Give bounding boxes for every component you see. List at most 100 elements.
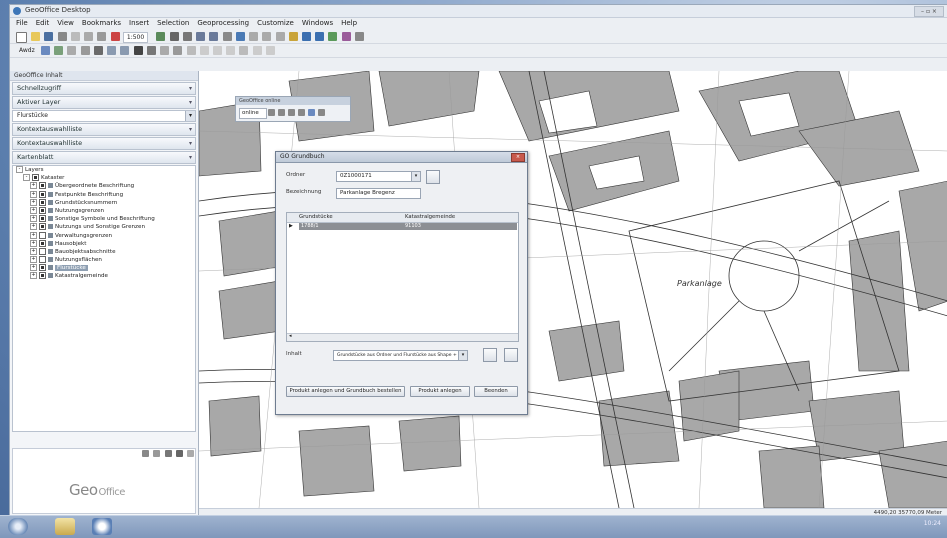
layer-visibility-checkbox[interactable]	[39, 182, 46, 190]
full-extent-icon[interactable]	[235, 32, 245, 41]
editor-icon[interactable]	[156, 32, 166, 41]
close-icon[interactable]: ×	[511, 153, 525, 162]
layer-tree-item[interactable]: - Kataster	[13, 174, 195, 182]
pan-icon[interactable]	[222, 32, 232, 41]
tool-icon[interactable]	[199, 46, 209, 55]
menu-insert[interactable]: Insert	[129, 18, 149, 29]
new-icon[interactable]	[16, 32, 27, 43]
tool-icon[interactable]	[133, 46, 143, 55]
layer-tree-item[interactable]: + Nutzungsgrenzen	[13, 206, 195, 215]
folder-browse-icon[interactable]	[426, 170, 440, 184]
zoom-in-icon[interactable]	[196, 32, 206, 41]
back-extent-icon[interactable]	[262, 32, 272, 41]
menu-bookmarks[interactable]: Bookmarks	[82, 18, 121, 29]
tool-icon[interactable]	[160, 46, 170, 55]
layer-tree-item[interactable]: + Hausobjekt	[13, 239, 195, 248]
arctoolbox-icon[interactable]	[341, 32, 351, 41]
expand-icon[interactable]: +	[30, 239, 37, 247]
list-by-drawing-icon[interactable]	[142, 450, 150, 457]
tool-icon[interactable]	[107, 46, 117, 55]
section-context-list[interactable]: Kontextauswahlliste ▾	[12, 123, 196, 136]
folder-select[interactable]: 0Z1000171 ▾	[336, 171, 421, 182]
delete-icon[interactable]	[110, 32, 120, 41]
list-by-visibility-icon[interactable]	[164, 450, 172, 457]
select-arrow-icon[interactable]	[169, 32, 179, 41]
expand-icon[interactable]: +	[30, 190, 37, 198]
layer-visibility-checkbox[interactable]	[39, 215, 46, 223]
tool-icon[interactable]	[308, 109, 315, 116]
collapse-icon[interactable]: ▾	[189, 97, 192, 108]
menu-edit[interactable]: Edit	[36, 18, 50, 29]
close-button[interactable]: Beenden	[474, 386, 518, 397]
explorer-icon[interactable]	[55, 518, 75, 535]
column-header-parcels[interactable]: Grundstücke	[299, 213, 333, 222]
layer-visibility-checkbox[interactable]	[32, 174, 39, 182]
floating-toolbar[interactable]: GeoOffice online online	[235, 96, 351, 122]
tool-icon[interactable]	[173, 46, 183, 55]
fixed-zoom-icon[interactable]	[249, 32, 259, 41]
table-row[interactable]: 1788/1 91103	[299, 223, 517, 230]
tool-icon[interactable]	[67, 46, 77, 55]
layer-tree-item[interactable]: + Nutzungsflächen	[13, 256, 195, 264]
expand-icon[interactable]: +	[30, 215, 37, 223]
window-controls[interactable]: – ▫ ×	[914, 6, 944, 17]
cut-icon[interactable]	[70, 32, 80, 41]
menu-customize[interactable]: Customize	[257, 18, 294, 29]
tool-icon[interactable]	[146, 46, 156, 55]
tool-icon[interactable]	[288, 109, 295, 116]
tool-icon[interactable]	[226, 46, 236, 55]
tool-icon[interactable]	[265, 46, 275, 55]
collapse-icon[interactable]: -	[16, 166, 23, 173]
create-and-order-button[interactable]: Produkt anlegen und Grundbuch bestellen	[286, 386, 405, 397]
layer-visibility-checkbox[interactable]	[39, 223, 46, 231]
layer-visibility-checkbox[interactable]	[39, 206, 46, 214]
export-icon[interactable]	[504, 348, 518, 362]
geooffice-app-icon[interactable]	[92, 518, 112, 535]
layer-visibility-checkbox[interactable]	[39, 198, 46, 206]
hyperlink-icon[interactable]	[288, 32, 298, 41]
expand-icon[interactable]: +	[30, 223, 37, 231]
layer-visibility-checkbox[interactable]	[39, 190, 46, 198]
expand-icon[interactable]: +	[30, 264, 37, 272]
layer-tree-item[interactable]: + Grundstücksnummern	[13, 198, 195, 207]
toc-icon[interactable]	[315, 32, 325, 41]
section-active-layer[interactable]: Aktiver Layer ▾	[12, 96, 196, 109]
collapse-icon[interactable]: ▾	[189, 152, 192, 163]
menu-selection[interactable]: Selection	[157, 18, 189, 29]
save-icon[interactable]	[44, 32, 54, 41]
layer-tree-item[interactable]: - Layers	[13, 166, 195, 174]
online-select[interactable]: online	[239, 108, 267, 119]
layer-tree-item[interactable]: + Flurstücke	[13, 264, 195, 272]
layer-tree-item[interactable]: + Katastralgemeinde	[13, 272, 195, 280]
expand-icon[interactable]: +	[30, 231, 37, 239]
dropdown-arrow-icon[interactable]: ▾	[458, 351, 467, 360]
menu-windows[interactable]: Windows	[302, 18, 333, 29]
catalog-icon[interactable]	[301, 32, 311, 41]
menu-geoprocessing[interactable]: Geoprocessing	[197, 18, 249, 29]
layer-tree-item[interactable]: + Übergeordnete Beschriftung	[13, 182, 195, 190]
layer-icon[interactable]	[40, 46, 50, 55]
expand-icon[interactable]: +	[30, 198, 37, 206]
layer-tree-item[interactable]: + Verwaltungsgrenzen	[13, 231, 195, 240]
collapse-icon[interactable]: -	[23, 174, 30, 182]
expand-icon[interactable]: +	[30, 182, 37, 190]
dropdown-arrow-icon[interactable]: ▾	[185, 111, 195, 121]
tool-icon[interactable]	[298, 109, 305, 116]
options-icon[interactable]	[187, 450, 194, 457]
horizontal-scrollbar[interactable]: ◂	[287, 333, 518, 341]
list-by-source-icon[interactable]	[153, 450, 161, 457]
start-icon[interactable]	[8, 518, 28, 535]
tool-icon[interactable]	[93, 46, 103, 55]
zoom-out-icon[interactable]	[209, 32, 219, 41]
collapse-icon[interactable]: ▾	[189, 83, 192, 94]
layer-visibility-checkbox[interactable]	[39, 256, 46, 264]
expand-icon[interactable]: +	[30, 256, 37, 264]
layer-tree-item[interactable]: + Festpunkte Beschriftung	[13, 190, 195, 199]
section-quick-access[interactable]: Schnellzugriff ▾	[12, 82, 196, 95]
menu-file[interactable]: File	[16, 18, 28, 29]
search-icon[interactable]	[328, 32, 338, 41]
forward-extent-icon[interactable]	[275, 32, 285, 41]
layer-visibility-checkbox[interactable]	[39, 239, 46, 247]
list-by-selection-icon[interactable]	[175, 450, 183, 457]
layer-tree-item[interactable]: + Bauobjektsabschnitte	[13, 247, 195, 256]
